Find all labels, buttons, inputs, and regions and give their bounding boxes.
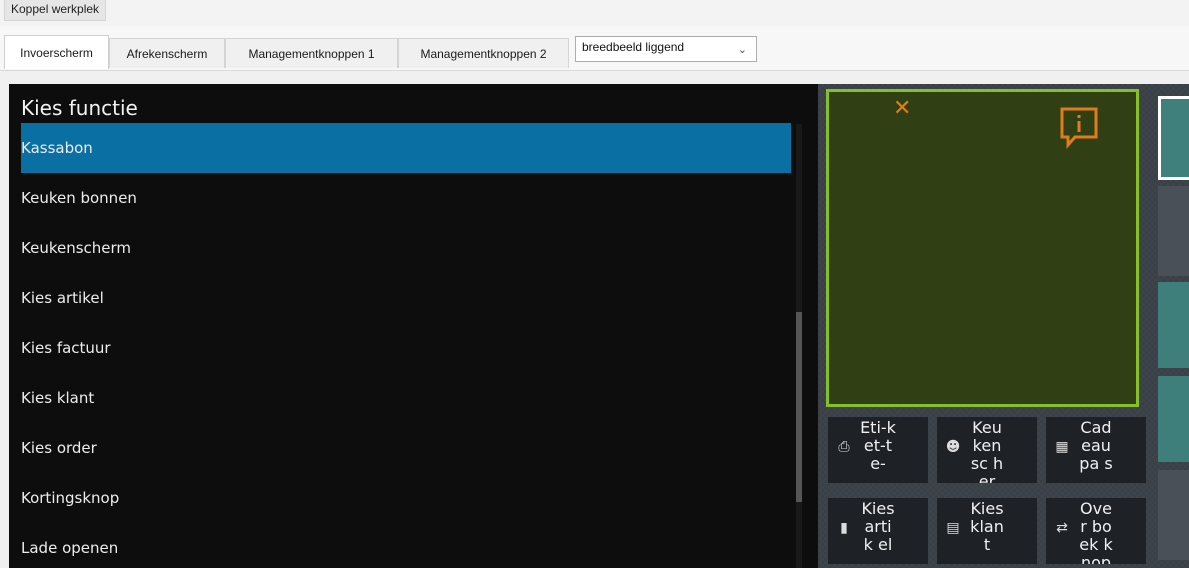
side-tile[interactable]	[1158, 376, 1189, 462]
tab-invoerscherm[interactable]: Invoerscherm	[4, 35, 109, 69]
list-item[interactable]: Kies artikel	[21, 273, 791, 323]
list-item[interactable]: Kies factuur	[21, 323, 791, 373]
side-tile[interactable]	[1158, 282, 1189, 368]
editor-stage: Kies functie Kassabon Keuken bonnen Keuk…	[9, 84, 1189, 568]
preview-button[interactable]: ☻ Keukensc her	[937, 417, 1037, 483]
side-tile[interactable]	[1158, 96, 1189, 180]
tab-managementknoppen-1[interactable]: Managementknoppen 1	[225, 38, 398, 68]
list-item[interactable]: Lade openen	[21, 523, 791, 568]
chevron-down-icon: ⌄	[737, 44, 747, 56]
contact-card-icon: ▤	[946, 520, 960, 536]
info-bubble-icon[interactable]	[1059, 106, 1099, 150]
printer-icon: ⎙	[838, 439, 850, 455]
gift-card-icon: ▦	[1055, 439, 1069, 455]
side-tile[interactable]	[1158, 470, 1189, 560]
layout-select-value: breedbeeld liggend	[582, 40, 685, 54]
window-title: Koppel werkplek	[4, 0, 107, 21]
side-tile-strip	[1156, 84, 1189, 568]
preview-button[interactable]: ▦ Cadeaupa s	[1046, 417, 1146, 483]
barcode-icon: ▮	[840, 520, 848, 536]
transfer-icon: ⇄	[1056, 520, 1068, 536]
tab-afrekenscherm[interactable]: Afrekenscherm	[109, 38, 225, 68]
function-list-scrollbar[interactable]	[796, 124, 802, 568]
list-item[interactable]: Kies order	[21, 423, 791, 473]
list-item[interactable]: Kies klant	[21, 373, 791, 423]
list-item[interactable]: Kortingsknop	[21, 473, 791, 523]
screen-preview-area: ✕ ⎙ Eti-ket-te- ☻ Keukensc her ▦ Cadeaup…	[818, 84, 1189, 568]
window-titlebar: Koppel werkplek	[0, 0, 1189, 26]
tab-managementknoppen-2[interactable]: Managementknoppen 2	[398, 38, 569, 68]
side-tile[interactable]	[1158, 186, 1189, 276]
preview-button[interactable]: ▮ Kies artik el	[828, 498, 928, 564]
list-item[interactable]: Kassabon	[21, 123, 791, 173]
screen-preview[interactable]: ✕	[826, 89, 1139, 407]
function-list: Kassabon Keuken bonnen Keukenscherm Kies…	[21, 123, 791, 568]
function-panel-title: Kies functie	[21, 96, 138, 120]
preview-button[interactable]: ▤ Kies klant	[937, 498, 1037, 564]
preview-button[interactable]: ⇄ Over boek knop	[1046, 498, 1146, 564]
scrollbar-thumb[interactable]	[796, 312, 802, 502]
layout-select[interactable]: breedbeeld liggend ⌄	[575, 36, 757, 62]
list-item[interactable]: Keuken bonnen	[21, 173, 791, 223]
list-item[interactable]: Keukenscherm	[21, 223, 791, 273]
chef-hat-icon: ☻	[945, 439, 961, 455]
close-icon[interactable]: ✕	[893, 98, 911, 120]
preview-button[interactable]: ⎙ Eti-ket-te-	[828, 417, 928, 483]
